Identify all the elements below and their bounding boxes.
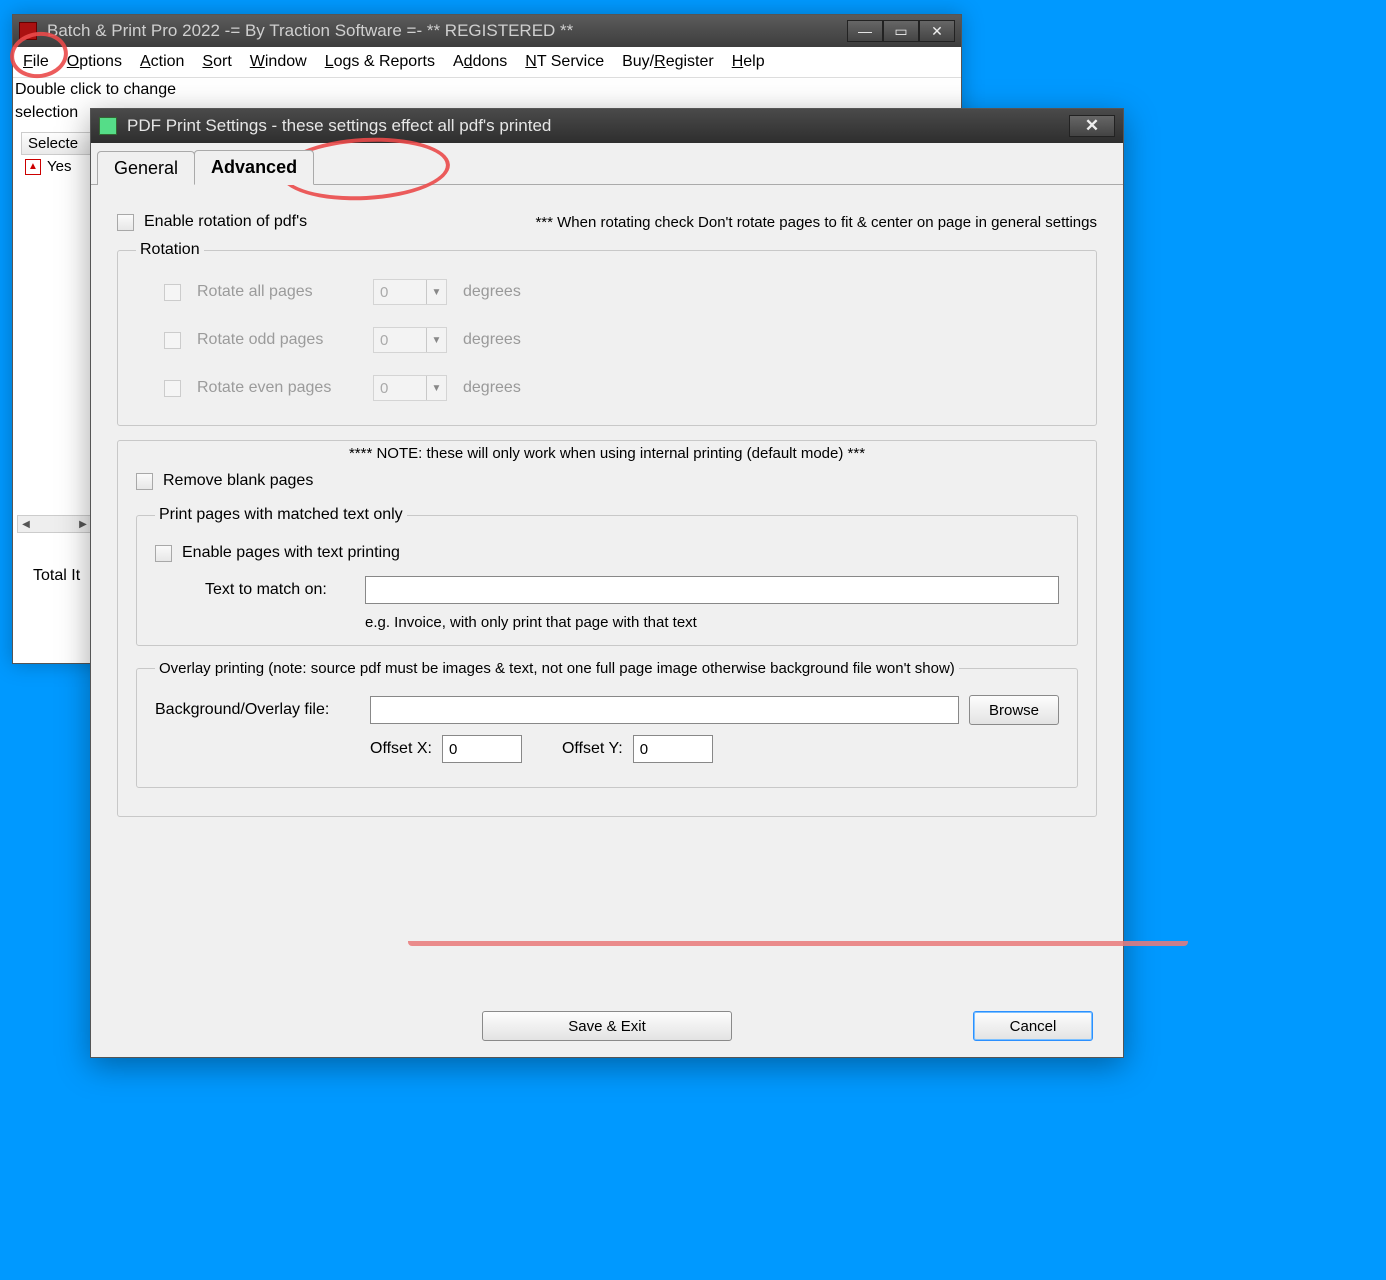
offset-y-input[interactable] — [633, 735, 713, 763]
main-titlebar: Batch & Print Pro 2022 -= By Traction So… — [13, 15, 961, 47]
pdf-icon: ▲ — [25, 159, 41, 175]
bg-file-input[interactable] — [370, 696, 959, 724]
offset-y-label: Offset Y: — [562, 740, 623, 758]
menu-options[interactable]: Options — [67, 53, 122, 71]
text-match-label: Text to match on: — [205, 581, 355, 599]
tab-advanced[interactable]: Advanced — [194, 150, 314, 185]
menu-file[interactable]: File — [23, 53, 49, 71]
horizontal-scrollbar[interactable]: ◀ ▶ — [17, 515, 92, 533]
rotate-odd-degrees[interactable]: 0 ▼ — [373, 327, 447, 353]
bg-file-label: Background/Overlay file: — [155, 701, 360, 719]
pdf-print-settings-dialog: PDF Print Settings - these settings effe… — [90, 108, 1124, 1058]
rotate-odd-label: Rotate odd pages — [197, 331, 357, 349]
enable-rotation-checkbox[interactable] — [117, 214, 134, 231]
dialog-icon — [99, 117, 117, 135]
app-icon — [19, 22, 37, 40]
browse-button[interactable]: Browse — [969, 695, 1059, 725]
overlay-group: Overlay printing (note: source pdf must … — [136, 660, 1078, 788]
internal-printing-group: **** NOTE: these will only work when usi… — [117, 440, 1097, 817]
degrees-unit: degrees — [463, 379, 521, 397]
menu-help[interactable]: Help — [732, 53, 765, 71]
rotate-even-checkbox[interactable] — [164, 380, 181, 397]
enable-text-printing-label: Enable pages with text printing — [182, 544, 400, 562]
cancel-button[interactable]: Cancel — [973, 1011, 1093, 1041]
menu-ntservice[interactable]: NT Service — [525, 53, 604, 71]
offset-x-input[interactable] — [442, 735, 522, 763]
degrees-unit: degrees — [463, 331, 521, 349]
offset-x-label: Offset X: — [370, 740, 432, 758]
rotation-group: Rotation Rotate all pages 0 ▼ degrees Ro… — [117, 241, 1097, 426]
matched-text-legend: Print pages with matched text only — [155, 506, 407, 524]
chevron-down-icon[interactable]: ▼ — [426, 328, 446, 352]
internal-note: **** NOTE: these will only work when usi… — [136, 445, 1078, 462]
chevron-down-icon[interactable]: ▼ — [426, 376, 446, 400]
scroll-left-icon[interactable]: ◀ — [18, 519, 34, 530]
dialog-close-button[interactable]: ✕ — [1069, 115, 1115, 137]
chevron-down-icon[interactable]: ▼ — [426, 280, 446, 304]
rotate-odd-checkbox[interactable] — [164, 332, 181, 349]
rotate-even-label: Rotate even pages — [197, 379, 357, 397]
close-button[interactable]: ✕ — [919, 20, 955, 42]
degrees-unit: degrees — [463, 283, 521, 301]
list-item-text: Yes — [47, 158, 71, 175]
remove-blank-label: Remove blank pages — [163, 472, 313, 490]
menu-logs[interactable]: Logs & Reports — [325, 53, 435, 71]
rotate-all-label: Rotate all pages — [197, 283, 357, 301]
main-title: Batch & Print Pro 2022 -= By Traction So… — [47, 21, 573, 41]
maximize-button[interactable]: ▭ — [883, 20, 919, 42]
rotation-legend: Rotation — [136, 241, 204, 259]
enable-text-printing-checkbox[interactable] — [155, 545, 172, 562]
scroll-right-icon[interactable]: ▶ — [75, 519, 91, 530]
remove-blank-checkbox[interactable] — [136, 473, 153, 490]
rotate-all-degrees[interactable]: 0 ▼ — [373, 279, 447, 305]
menu-window[interactable]: Window — [250, 53, 307, 71]
menu-buyregister[interactable]: Buy/Register — [622, 53, 714, 71]
tab-general[interactable]: General — [97, 151, 195, 185]
column-header-select[interactable]: Selecte — [21, 132, 97, 155]
tabstrip: General Advanced — [91, 149, 1123, 185]
text-match-input[interactable] — [365, 576, 1059, 604]
save-exit-button[interactable]: Save & Exit — [482, 1011, 732, 1041]
annotation-underline — [408, 936, 1188, 946]
total-label: Total It — [33, 567, 80, 585]
menu-addons[interactable]: Addons — [453, 53, 507, 71]
dialog-titlebar: PDF Print Settings - these settings effe… — [91, 109, 1123, 143]
text-match-example: e.g. Invoice, with only print that page … — [365, 614, 1059, 631]
rotate-even-degrees[interactable]: 0 ▼ — [373, 375, 447, 401]
overlay-legend: Overlay printing (note: source pdf must … — [155, 660, 959, 677]
dialog-title: PDF Print Settings - these settings effe… — [127, 116, 551, 136]
minimize-button[interactable]: — — [847, 20, 883, 42]
status-line-1: Double click to change — [13, 78, 961, 101]
main-menu: File Options Action Sort Window Logs & R… — [13, 47, 961, 78]
menu-action[interactable]: Action — [140, 53, 184, 71]
menu-sort[interactable]: Sort — [202, 53, 231, 71]
enable-rotation-label: Enable rotation of pdf's — [144, 213, 307, 231]
rotate-all-checkbox[interactable] — [164, 284, 181, 301]
rotation-note: *** When rotating check Don't rotate pag… — [535, 214, 1097, 231]
matched-text-group: Print pages with matched text only Enabl… — [136, 506, 1078, 646]
